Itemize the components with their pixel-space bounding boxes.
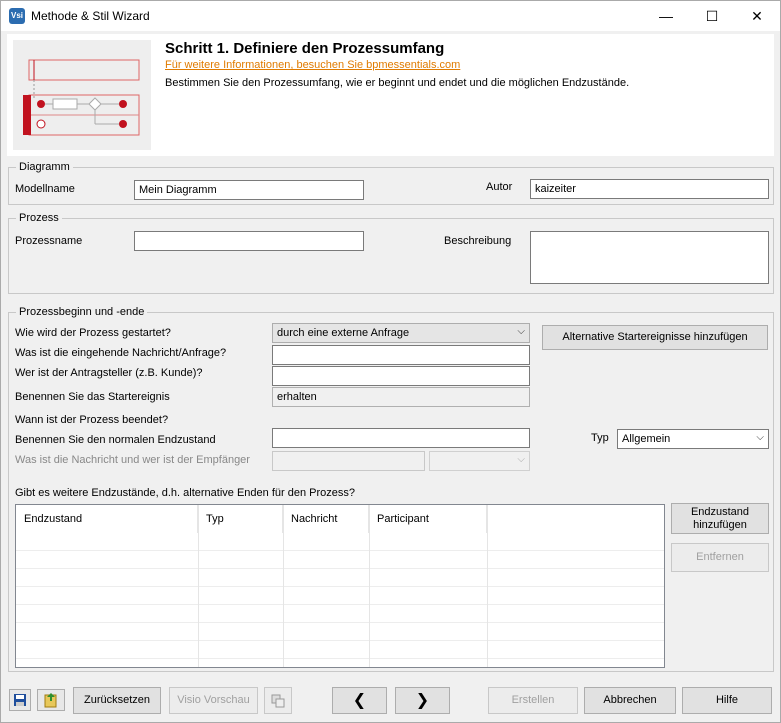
autor-label: Autor: [486, 181, 513, 193]
column-header-participant[interactable]: Participant: [369, 505, 487, 533]
wizard-window: Vsi Methode & Stil Wizard — ☐ ✕ Schritt …: [0, 0, 781, 723]
save-icon[interactable]: [9, 689, 31, 711]
beschreibung-label: Beschreibung: [444, 235, 512, 247]
table-row[interactable]: [16, 623, 664, 641]
weitere-label: Gibt es weitere Endzustände, d.h. altern…: [15, 487, 355, 499]
prozess-legend: Prozess: [16, 212, 62, 224]
autor-field[interactable]: kaizeiter: [530, 179, 769, 199]
title-bar: Vsi Methode & Stil Wizard — ☐ ✕: [1, 1, 780, 31]
minimize-icon[interactable]: —: [643, 1, 689, 31]
empfaenger-label: Was ist die Nachricht und wer ist der Em…: [15, 454, 250, 466]
info-link[interactable]: Für weitere Informationen, besuchen Sie …: [165, 59, 460, 71]
nachricht-field[interactable]: [272, 345, 530, 365]
start-label: Wie wird der Prozess gestartet?: [15, 327, 171, 339]
startereignis-field: erhalten: [272, 387, 530, 407]
maximize-icon[interactable]: ☐: [689, 1, 735, 31]
prozessname-label: Prozessname: [15, 235, 83, 247]
empfaenger-field: [272, 451, 425, 471]
diagramm-legend: Diagramm: [16, 161, 73, 173]
column-header-endzustand[interactable]: Endzustand: [16, 505, 198, 533]
prozessbeginn-legend: Prozessbeginn und -ende: [16, 306, 148, 318]
window-title: Methode & Stil Wizard: [31, 9, 150, 23]
table-header: Endzustand Typ Nachricht Participant: [16, 505, 664, 533]
cancel-button[interactable]: Abbrechen: [584, 687, 676, 714]
table-row[interactable]: [16, 569, 664, 587]
typ-select[interactable]: Allgemein ⌵: [617, 429, 769, 449]
chevron-down-icon: ⌵: [517, 454, 525, 465]
table-row[interactable]: [16, 605, 664, 623]
typ-label: Typ: [591, 432, 609, 444]
next-button[interactable]: ❯: [395, 687, 450, 714]
antragsteller-field[interactable]: [272, 366, 530, 386]
close-icon[interactable]: ✕: [734, 1, 780, 31]
process-diagram-illustration: [13, 40, 151, 150]
typ-select-value: Allgemein: [622, 433, 671, 445]
back-button[interactable]: ❮: [332, 687, 387, 714]
modellname-field[interactable]: Mein Diagramm: [134, 180, 364, 200]
open-file-icon[interactable]: [37, 689, 65, 711]
beschreibung-field[interactable]: [530, 231, 769, 284]
visio-preview-button: Visio Vorschau: [169, 687, 258, 714]
app-icon: Vsi: [9, 8, 25, 24]
header-panel: Schritt 1. Definiere den Prozessumfang F…: [7, 34, 774, 156]
remove-endzustand-button: Entfernen: [671, 543, 769, 572]
create-button: Erstellen: [488, 687, 578, 714]
table-row[interactable]: [16, 587, 664, 605]
table-row[interactable]: [16, 533, 664, 551]
reset-button[interactable]: Zurücksetzen: [73, 687, 161, 714]
diagram-illustration-icon: [23, 59, 140, 136]
table-body: [16, 533, 664, 659]
empfaenger-select: ⌵: [429, 451, 530, 471]
column-divider: [369, 505, 370, 667]
column-divider: [487, 505, 488, 667]
step-description: Bestimmen Sie den Prozessumfang, wie er …: [165, 77, 630, 89]
endzustand-table[interactable]: Endzustand Typ Nachricht Participant: [15, 504, 665, 668]
chevron-down-icon: ⌵: [756, 432, 764, 443]
beendet-label: Wann ist der Prozess beendet?: [15, 414, 169, 426]
step-title: Schritt 1. Definiere den Prozessumfang: [165, 40, 445, 57]
column-divider: [283, 505, 284, 667]
nachricht-label: Was ist die eingehende Nachricht/Anfrage…: [15, 347, 227, 359]
endzustand-field[interactable]: [272, 428, 530, 448]
modellname-label: Modellname: [15, 183, 75, 195]
column-header-typ[interactable]: Typ: [198, 505, 283, 533]
copy-icon: [264, 687, 292, 714]
add-endzustand-button[interactable]: Endzustand hinzufügen: [671, 503, 769, 534]
endzustand-label: Benennen Sie den normalen Endzustand: [15, 434, 216, 446]
table-row[interactable]: [16, 641, 664, 659]
start-select[interactable]: durch eine externe Anfrage ⌵: [272, 323, 530, 343]
prozessname-field[interactable]: [134, 231, 364, 251]
chevron-down-icon: ⌵: [517, 326, 525, 337]
start-select-value: durch eine externe Anfrage: [277, 327, 410, 339]
antragsteller-label: Wer ist der Antragsteller (z.B. Kunde)?: [15, 367, 203, 379]
table-row[interactable]: [16, 551, 664, 569]
help-button[interactable]: Hilfe: [682, 687, 772, 714]
startereignis-label: Benennen Sie das Startereignis: [15, 391, 170, 403]
alt-start-button[interactable]: Alternative Startereignisse hinzufügen: [542, 325, 768, 350]
column-divider: [198, 505, 199, 667]
column-header-nachricht[interactable]: Nachricht: [283, 505, 369, 533]
